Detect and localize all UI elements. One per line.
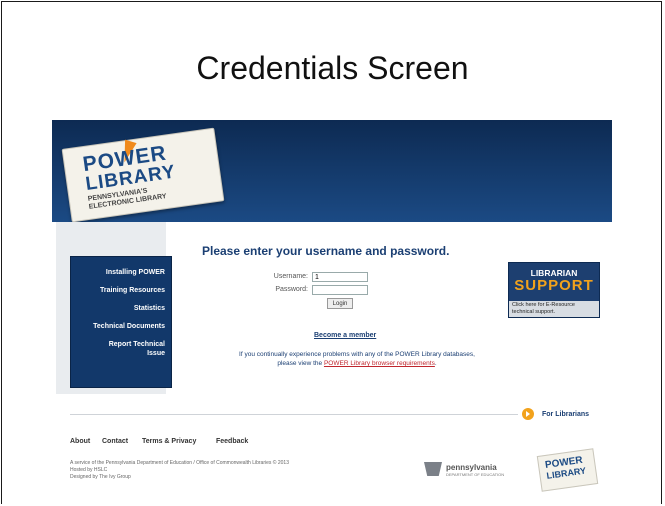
website-screenshot: POWER LIBRARY PENNSYLVANIA'S ELECTRONIC … bbox=[52, 120, 612, 506]
power-library-mini-logo[interactable]: POWER LIBRARY bbox=[536, 448, 599, 492]
sidebar-nav: Installing POWER Training Resources Stat… bbox=[70, 256, 172, 388]
login-heading: Please enter your username and password. bbox=[202, 244, 450, 258]
sidebar-item-installing-power[interactable]: Installing POWER bbox=[73, 269, 165, 277]
browser-requirements-link[interactable]: POWER Library browser requirements bbox=[324, 360, 435, 367]
username-label: Username: bbox=[273, 273, 308, 280]
keystone-icon bbox=[424, 462, 442, 476]
pennsylvania-logo[interactable]: pennsylvania DEPARTMENT OF EDUCATION bbox=[424, 460, 510, 480]
sidebar-item-technical-documents[interactable]: Technical Documents bbox=[73, 323, 165, 331]
footer-divider bbox=[70, 414, 518, 415]
footer-link-terms-privacy[interactable]: Terms & Privacy bbox=[142, 438, 196, 445]
arrow-right-icon[interactable] bbox=[522, 408, 534, 420]
footer-link-feedback[interactable]: Feedback bbox=[216, 438, 248, 445]
become-member-link[interactable]: Become a member bbox=[314, 332, 376, 339]
slide-title: Credentials Screen bbox=[196, 50, 469, 86]
footer-credits: A service of the Pennsylvania Department… bbox=[70, 460, 289, 480]
notice-line-2: please view the POWER Library browser re… bbox=[277, 360, 437, 367]
power-library-logo[interactable]: POWER LIBRARY PENNSYLVANIA'S ELECTRONIC … bbox=[61, 127, 225, 223]
password-input[interactable] bbox=[312, 285, 368, 295]
login-button[interactable]: Login bbox=[327, 298, 353, 309]
librarian-support-badge[interactable]: LIBRARIAN SUPPORT Click here for E-Resou… bbox=[508, 262, 600, 318]
site-body: Installing POWER Training Resources Stat… bbox=[52, 222, 612, 506]
sidebar-item-training-resources[interactable]: Training Resources bbox=[73, 287, 165, 295]
username-input[interactable] bbox=[312, 272, 368, 282]
sidebar-item-report-technical-issue[interactable]: Report Technical bbox=[73, 341, 165, 349]
site-header: POWER LIBRARY PENNSYLVANIA'S ELECTRONIC … bbox=[52, 120, 612, 223]
browser-notice: If you continually experience problems w… bbox=[187, 350, 527, 368]
footer-link-about[interactable]: About bbox=[70, 438, 90, 445]
notice-line-1: If you continually experience problems w… bbox=[239, 351, 475, 358]
password-label: Password: bbox=[275, 286, 308, 293]
footer-link-contact[interactable]: Contact bbox=[102, 438, 128, 445]
for-librarians-link[interactable]: For Librarians bbox=[542, 411, 589, 418]
sidebar-item-statistics[interactable]: Statistics bbox=[73, 305, 165, 313]
support-title-line2: SUPPORT bbox=[514, 277, 594, 294]
sidebar-item-report-technical-issue-line2[interactable]: Issue bbox=[73, 350, 165, 358]
support-caption: Click here for E-Resource technical supp… bbox=[509, 301, 599, 317]
